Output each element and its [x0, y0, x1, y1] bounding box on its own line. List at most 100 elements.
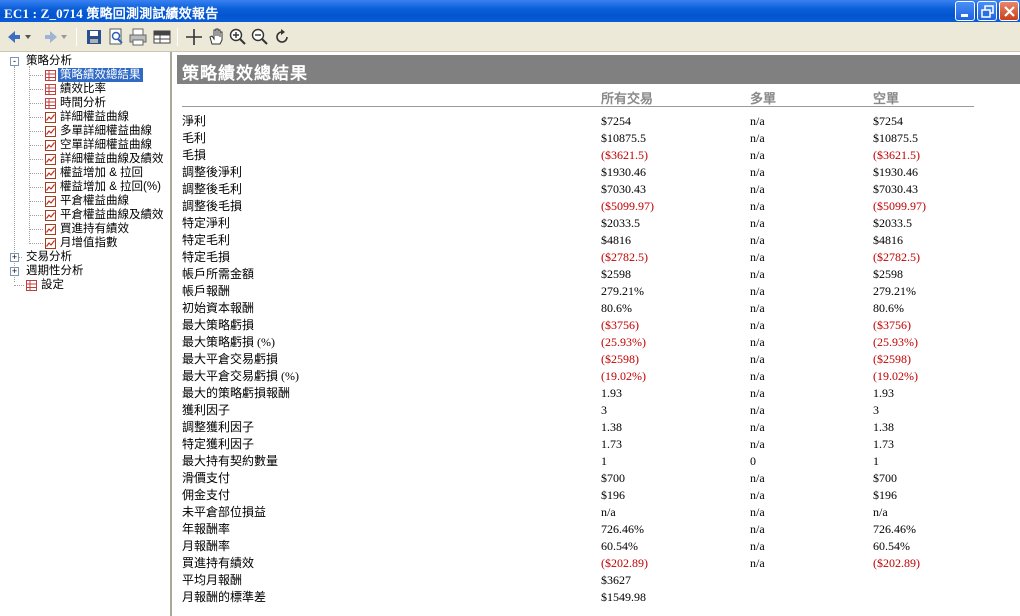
long-value: n/a: [750, 131, 765, 145]
minimize-button[interactable]: [955, 1, 975, 21]
table-icon: [26, 280, 37, 291]
chart-icon: [45, 126, 56, 137]
tree-node-item[interactable]: 多單詳細權益曲線: [0, 124, 170, 138]
short-value: ($5099.97): [873, 199, 926, 213]
tree-node-label: 績效比率: [60, 83, 106, 95]
navigation-tree: - 策略分析 策略績效總結果 績效比率時間分析詳細權益曲線 多單詳細權益曲線 空單詳細…: [0, 52, 172, 616]
zoom-out-icon[interactable]: [250, 27, 270, 47]
tree-node-label: 權益增加 & 拉回: [60, 167, 144, 179]
header-divider: [182, 106, 974, 107]
tree-node-item[interactable]: 平倉權益曲線: [0, 194, 170, 208]
tree-node-label: 詳細權益曲線: [60, 111, 129, 123]
tree-node-item[interactable]: 權益增加 & 拉回(%): [0, 180, 170, 194]
restore-button[interactable]: [977, 1, 997, 21]
metric-label: 滑價支付: [182, 471, 231, 485]
nav-back-icon[interactable]: [6, 27, 34, 47]
tree-node-item[interactable]: 詳細權益曲線及績效: [0, 152, 170, 166]
hand-icon[interactable]: [206, 27, 226, 47]
metric-label: 月報酬率: [182, 539, 231, 553]
refresh-icon[interactable]: [272, 27, 292, 47]
long-value: n/a: [750, 437, 765, 451]
tree-node-item[interactable]: 買進持有績效: [0, 222, 170, 236]
table-row: 帳戶所需金額 $2598 n/a $2598: [174, 266, 1020, 283]
report-header: 策略績效總結果: [177, 55, 1020, 84]
long-value: n/a: [750, 165, 765, 179]
long-value: n/a: [750, 199, 765, 213]
chart-icon: [45, 238, 56, 249]
table-row: 毛利 $10875.5 n/a $10875.5: [174, 130, 1020, 147]
tree-node-item[interactable]: 權益增加 & 拉回: [0, 166, 170, 180]
all-trades-value: ($202.89): [601, 556, 648, 570]
all-trades-value: ($2782.5): [601, 250, 648, 264]
all-trades-value: ($5099.97): [601, 199, 654, 213]
table-row: 毛損 ($3621.5) n/a ($3621.5): [174, 147, 1020, 164]
column-header-all-trades: 所有交易: [601, 91, 654, 106]
all-trades-value: 279.21%: [601, 284, 644, 298]
tree-node-trade-analysis[interactable]: + 交易分析: [0, 250, 170, 264]
title-bar: EC1 : Z_0714 策略回測測試績效報告: [0, 0, 1020, 22]
long-value: n/a: [750, 352, 765, 366]
tree-node-settings[interactable]: 設定: [0, 278, 170, 292]
tree-node-label: 時間分析: [60, 97, 106, 109]
metric-label: 特定毛損: [182, 250, 231, 264]
short-value: 726.46%: [873, 522, 916, 536]
close-button[interactable]: [999, 1, 1019, 21]
table-row: 佣金支付 $196 n/a $196: [174, 487, 1020, 504]
tree-node-strategy-analysis[interactable]: - 策略分析: [0, 54, 170, 68]
nav-forward-icon[interactable]: [42, 27, 70, 47]
print-preview-icon[interactable]: [106, 27, 126, 47]
tree-node-item[interactable]: 平倉權益曲線及績效: [0, 208, 170, 222]
table-row: 未平倉部位損益 n/a n/a n/a: [174, 504, 1020, 521]
tree-node-item[interactable]: 時間分析: [0, 96, 170, 110]
zoom-in-icon[interactable]: [228, 27, 248, 47]
long-value: n/a: [750, 267, 765, 281]
toolbar: [0, 22, 1020, 52]
table-row: 滑價支付 $700 n/a $700: [174, 470, 1020, 487]
short-value: 1.38: [873, 420, 894, 434]
short-value: (25.93%): [873, 335, 918, 349]
all-trades-value: 1.38: [601, 420, 622, 434]
expand-icon[interactable]: +: [10, 253, 19, 262]
table-row: 年報酬率 726.46% n/a 726.46%: [174, 521, 1020, 538]
metric-label: 特定毛利: [182, 233, 231, 247]
long-value: 0: [750, 454, 756, 468]
short-value: $2598: [873, 267, 903, 281]
table-row: 最大平倉交易虧損 ($2598) n/a ($2598): [174, 351, 1020, 368]
short-value: $7254: [873, 114, 903, 128]
tree-node-label: 空單詳細權益曲線: [60, 139, 152, 151]
column-header-short: 空單: [873, 91, 900, 106]
save-icon[interactable]: [84, 27, 104, 47]
window-title: EC1 : Z_0714 策略回測測試績效報告: [4, 6, 219, 21]
long-value: n/a: [750, 403, 765, 417]
report-panel: 策略績效總結果 所有交易 多單 空單 淨利 $7254 n/a $7254 毛利 $108…: [174, 52, 1020, 616]
tree-node-item[interactable]: 詳細權益曲線: [0, 110, 170, 124]
tree-node-item[interactable]: 月增值指數: [0, 236, 170, 250]
crosshair-icon[interactable]: [184, 27, 204, 47]
table-row: 月報酬的標準差 $1549.98: [174, 589, 1020, 606]
all-trades-value: 1.73: [601, 437, 622, 451]
tree-node-label: 設定: [41, 279, 64, 291]
table-icon: [45, 70, 56, 81]
long-value: n/a: [750, 386, 765, 400]
metric-label: 毛損: [182, 148, 207, 162]
grid-icon[interactable]: [152, 27, 172, 47]
long-value: n/a: [750, 488, 765, 502]
tree-node-item[interactable]: 績效比率: [0, 82, 170, 96]
print-icon[interactable]: [128, 27, 148, 47]
metric-label: 調整後毛利: [182, 182, 243, 196]
table-row: 平均月報酬 $3627: [174, 572, 1020, 589]
expand-icon[interactable]: +: [10, 267, 19, 276]
metric-label: 淨利: [182, 114, 207, 128]
tree-node-item[interactable]: 空單詳細權益曲線: [0, 138, 170, 152]
tree-node-label: 交易分析: [26, 251, 72, 263]
table-row: 調整後毛損 ($5099.97) n/a ($5099.97): [174, 198, 1020, 215]
metric-label: 調整後毛損: [182, 199, 243, 213]
short-value: 80.6%: [873, 301, 904, 315]
long-value: n/a: [750, 556, 765, 570]
long-value: n/a: [750, 250, 765, 264]
tree-node-periodic-analysis[interactable]: + 週期性分析: [0, 264, 170, 278]
all-trades-value: 1: [601, 454, 607, 468]
tree-node-item[interactable]: 策略績效總結果: [0, 68, 170, 82]
short-value: 279.21%: [873, 284, 916, 298]
collapse-icon[interactable]: -: [10, 57, 19, 66]
